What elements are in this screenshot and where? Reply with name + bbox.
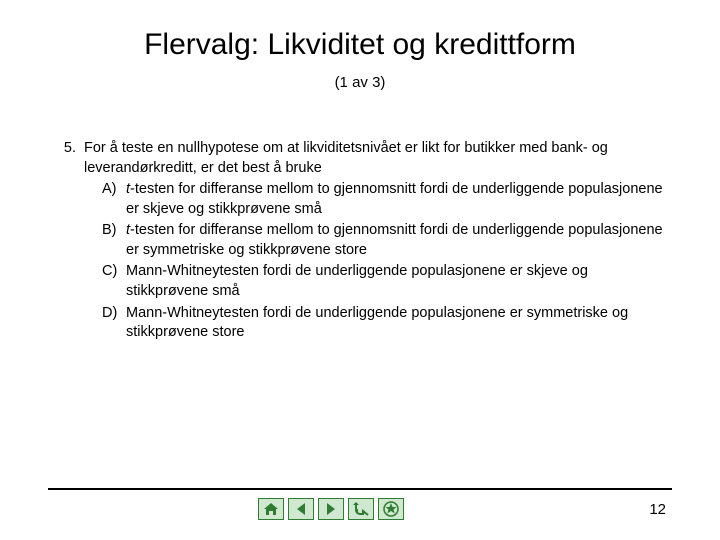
option-label: D) — [102, 304, 126, 324]
option-label: C) — [102, 262, 126, 282]
nav-buttons — [258, 498, 404, 520]
option-text: Mann-Whitneytesten fordi de underliggend… — [126, 262, 672, 301]
star-icon — [383, 501, 399, 517]
next-icon — [324, 502, 338, 516]
page-number: 12 — [649, 501, 672, 518]
home-icon — [263, 502, 279, 516]
option-label: B) — [102, 221, 126, 241]
slide-title: Flervalg: Likviditet og kredittform — [48, 28, 672, 62]
slide-subtitle: (1 av 3) — [48, 74, 672, 91]
star-button[interactable] — [378, 498, 404, 520]
option-text: t-testen for differanse mellom to gjenno… — [126, 180, 672, 219]
question-stem: For å teste en nullhypotese om at likvid… — [84, 139, 672, 178]
return-button[interactable] — [348, 498, 374, 520]
question-number: 5. — [48, 139, 84, 159]
option-row: D)Mann-Whitneytesten fordi de underligge… — [48, 304, 672, 343]
option-row: C)Mann-Whitneytesten fordi de underligge… — [48, 262, 672, 301]
return-icon — [352, 502, 370, 516]
option-row: A)t-testen for differanse mellom to gjen… — [48, 180, 672, 219]
option-text: Mann-Whitneytesten fordi de underliggend… — [126, 304, 672, 343]
prev-button[interactable] — [288, 498, 314, 520]
home-button[interactable] — [258, 498, 284, 520]
question-block: 5. For å teste en nullhypotese om at lik… — [48, 139, 672, 343]
option-text: t-testen for differanse mellom to gjenno… — [126, 221, 672, 260]
option-row: B)t-testen for differanse mellom to gjen… — [48, 221, 672, 260]
prev-icon — [294, 502, 308, 516]
option-label: A) — [102, 180, 126, 200]
slide-footer: 12 — [48, 488, 672, 520]
next-button[interactable] — [318, 498, 344, 520]
footer-rule — [48, 488, 672, 490]
